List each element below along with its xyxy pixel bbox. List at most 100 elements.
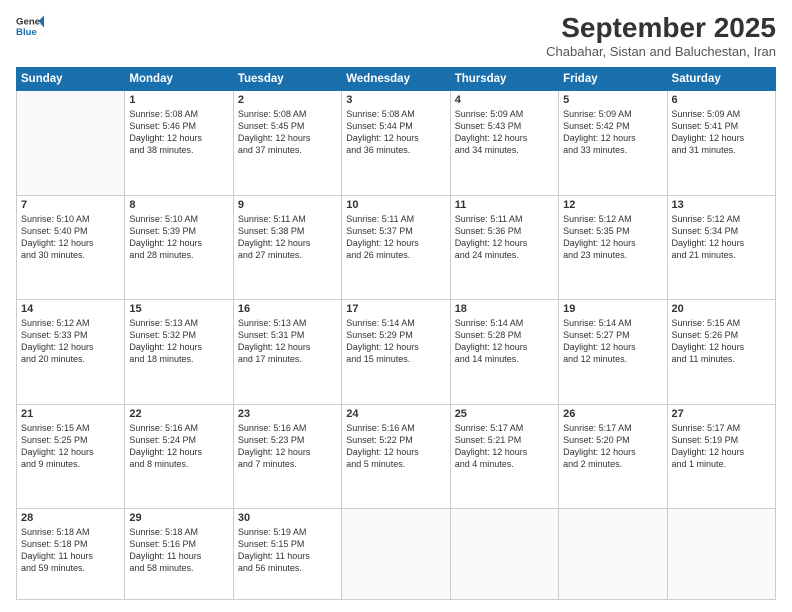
calendar-cell: 23 Sunrise: 5:16 AMSunset: 5:23 PMDayligh… [233, 404, 341, 509]
day-info: Sunrise: 5:18 AMSunset: 5:18 PMDaylight:… [21, 526, 120, 575]
col-header-thursday: Thursday [450, 68, 558, 91]
logo-icon: General Blue [16, 12, 44, 40]
calendar-cell: 29 Sunrise: 5:18 AMSunset: 5:16 PMDayligh… [125, 509, 233, 600]
calendar-cell [559, 509, 667, 600]
day-number: 15 [129, 303, 228, 315]
day-number: 19 [563, 303, 662, 315]
week-row-4: 21Sunrise: 5:15 AMSunset: 5:25 PMDayligh… [17, 404, 776, 509]
calendar-cell: 18Sunrise: 5:14 AMSunset: 5:28 PMDayligh… [450, 300, 558, 405]
day-info: Sunrise: 5:15 AMSunset: 5:25 PMDaylight:… [21, 422, 120, 471]
calendar-cell: 8 Sunrise: 5:10 AMSunset: 5:39 PMDaylight… [125, 195, 233, 300]
calendar-header-row: SundayMondayTuesdayWednesdayThursdayFrid… [17, 68, 776, 91]
day-info: Sunrise: 5:16 AMSunset: 5:22 PMDaylight:… [346, 422, 445, 471]
logo: General Blue [16, 12, 44, 40]
calendar-cell: 9Sunrise: 5:11 AMSunset: 5:38 PMDaylight… [233, 195, 341, 300]
calendar-cell: 6 Sunrise: 5:09 AMSunset: 5:41 PMDaylight… [667, 91, 775, 196]
calendar-cell: 28 Sunrise: 5:18 AMSunset: 5:18 PMDayligh… [17, 509, 125, 600]
day-info: Sunrise: 5:13 AMSunset: 5:31 PMDaylight:… [238, 317, 337, 366]
day-number: 13 [672, 199, 771, 211]
page: General Blue September 2025 Chabahar, Si… [0, 0, 792, 612]
title-block: September 2025 Chabahar, Sistan and Balu… [546, 12, 776, 59]
calendar-cell: 21Sunrise: 5:15 AMSunset: 5:25 PMDayligh… [17, 404, 125, 509]
day-info: Sunrise: 5:16 AMSunset: 5:24 PMDaylight:… [129, 422, 228, 471]
calendar-table: SundayMondayTuesdayWednesdayThursdayFrid… [16, 67, 776, 600]
calendar-cell: 2 Sunrise: 5:08 AMSunset: 5:45 PMDaylight… [233, 91, 341, 196]
day-number: 22 [129, 408, 228, 420]
day-number: 2 [238, 94, 337, 106]
day-number: 23 [238, 408, 337, 420]
day-info: Sunrise: 5:10 AMSunset: 5:40 PMDaylight:… [21, 213, 120, 262]
day-number: 27 [672, 408, 771, 420]
calendar-cell: 22 Sunrise: 5:16 AMSunset: 5:24 PMDayligh… [125, 404, 233, 509]
day-info: Sunrise: 5:13 AMSunset: 5:32 PMDaylight:… [129, 317, 228, 366]
day-info: Sunrise: 5:08 AMSunset: 5:44 PMDaylight:… [346, 108, 445, 157]
day-info: Sunrise: 5:10 AMSunset: 5:39 PMDaylight:… [129, 213, 228, 262]
calendar-cell: 16 Sunrise: 5:13 AMSunset: 5:31 PMDayligh… [233, 300, 341, 405]
day-info: Sunrise: 5:16 AMSunset: 5:23 PMDaylight:… [238, 422, 337, 471]
day-number: 30 [238, 512, 337, 524]
day-number: 5 [563, 94, 662, 106]
calendar-cell: 13 Sunrise: 5:12 AMSunset: 5:34 PMDayligh… [667, 195, 775, 300]
day-info: Sunrise: 5:17 AMSunset: 5:21 PMDaylight:… [455, 422, 554, 471]
calendar-cell: 25Sunrise: 5:17 AMSunset: 5:21 PMDayligh… [450, 404, 558, 509]
day-info: Sunrise: 5:08 AMSunset: 5:45 PMDaylight:… [238, 108, 337, 157]
calendar-cell: 19 Sunrise: 5:14 AMSunset: 5:27 PMDayligh… [559, 300, 667, 405]
day-info: Sunrise: 5:12 AMSunset: 5:35 PMDaylight:… [563, 213, 662, 262]
day-number: 12 [563, 199, 662, 211]
day-number: 4 [455, 94, 554, 106]
calendar-cell: 1 Sunrise: 5:08 AMSunset: 5:46 PMDaylight… [125, 91, 233, 196]
day-info: Sunrise: 5:14 AMSunset: 5:29 PMDaylight:… [346, 317, 445, 366]
day-number: 29 [129, 512, 228, 524]
calendar-cell [450, 509, 558, 600]
day-number: 9 [238, 199, 337, 211]
day-info: Sunrise: 5:12 AMSunset: 5:34 PMDaylight:… [672, 213, 771, 262]
calendar-cell: 30 Sunrise: 5:19 AMSunset: 5:15 PMDayligh… [233, 509, 341, 600]
day-info: Sunrise: 5:17 AMSunset: 5:20 PMDaylight:… [563, 422, 662, 471]
week-row-2: 7 Sunrise: 5:10 AMSunset: 5:40 PMDaylight… [17, 195, 776, 300]
month-title: September 2025 [546, 12, 776, 44]
day-info: Sunrise: 5:14 AMSunset: 5:28 PMDaylight:… [455, 317, 554, 366]
day-info: Sunrise: 5:14 AMSunset: 5:27 PMDaylight:… [563, 317, 662, 366]
col-header-wednesday: Wednesday [342, 68, 450, 91]
calendar-cell: 20Sunrise: 5:15 AMSunset: 5:26 PMDayligh… [667, 300, 775, 405]
col-header-saturday: Saturday [667, 68, 775, 91]
calendar-cell: 12 Sunrise: 5:12 AMSunset: 5:35 PMDayligh… [559, 195, 667, 300]
day-number: 20 [672, 303, 771, 315]
calendar-cell: 14 Sunrise: 5:12 AMSunset: 5:33 PMDayligh… [17, 300, 125, 405]
col-header-sunday: Sunday [17, 68, 125, 91]
day-number: 16 [238, 303, 337, 315]
day-number: 7 [21, 199, 120, 211]
day-number: 28 [21, 512, 120, 524]
week-row-5: 28 Sunrise: 5:18 AMSunset: 5:18 PMDayligh… [17, 509, 776, 600]
svg-text:Blue: Blue [16, 27, 37, 38]
calendar-cell: 10Sunrise: 5:11 AMSunset: 5:37 PMDayligh… [342, 195, 450, 300]
calendar-cell [342, 509, 450, 600]
day-info: Sunrise: 5:12 AMSunset: 5:33 PMDaylight:… [21, 317, 120, 366]
day-number: 8 [129, 199, 228, 211]
calendar-cell: 26 Sunrise: 5:17 AMSunset: 5:20 PMDayligh… [559, 404, 667, 509]
day-info: Sunrise: 5:18 AMSunset: 5:16 PMDaylight:… [129, 526, 228, 575]
calendar-cell [17, 91, 125, 196]
day-number: 6 [672, 94, 771, 106]
day-number: 17 [346, 303, 445, 315]
day-info: Sunrise: 5:11 AMSunset: 5:36 PMDaylight:… [455, 213, 554, 262]
calendar-cell: 24 Sunrise: 5:16 AMSunset: 5:22 PMDayligh… [342, 404, 450, 509]
day-number: 1 [129, 94, 228, 106]
calendar-cell: 3 Sunrise: 5:08 AMSunset: 5:44 PMDaylight… [342, 91, 450, 196]
day-number: 3 [346, 94, 445, 106]
day-info: Sunrise: 5:19 AMSunset: 5:15 PMDaylight:… [238, 526, 337, 575]
day-number: 26 [563, 408, 662, 420]
col-header-tuesday: Tuesday [233, 68, 341, 91]
calendar-cell: 4 Sunrise: 5:09 AMSunset: 5:43 PMDaylight… [450, 91, 558, 196]
day-info: Sunrise: 5:09 AMSunset: 5:43 PMDaylight:… [455, 108, 554, 157]
calendar-cell: 17 Sunrise: 5:14 AMSunset: 5:29 PMDayligh… [342, 300, 450, 405]
week-row-1: 1 Sunrise: 5:08 AMSunset: 5:46 PMDaylight… [17, 91, 776, 196]
day-number: 14 [21, 303, 120, 315]
calendar-cell: 27Sunrise: 5:17 AMSunset: 5:19 PMDayligh… [667, 404, 775, 509]
calendar-cell: 11Sunrise: 5:11 AMSunset: 5:36 PMDayligh… [450, 195, 558, 300]
day-number: 24 [346, 408, 445, 420]
col-header-monday: Monday [125, 68, 233, 91]
calendar-cell [667, 509, 775, 600]
day-info: Sunrise: 5:08 AMSunset: 5:46 PMDaylight:… [129, 108, 228, 157]
day-info: Sunrise: 5:09 AMSunset: 5:41 PMDaylight:… [672, 108, 771, 157]
